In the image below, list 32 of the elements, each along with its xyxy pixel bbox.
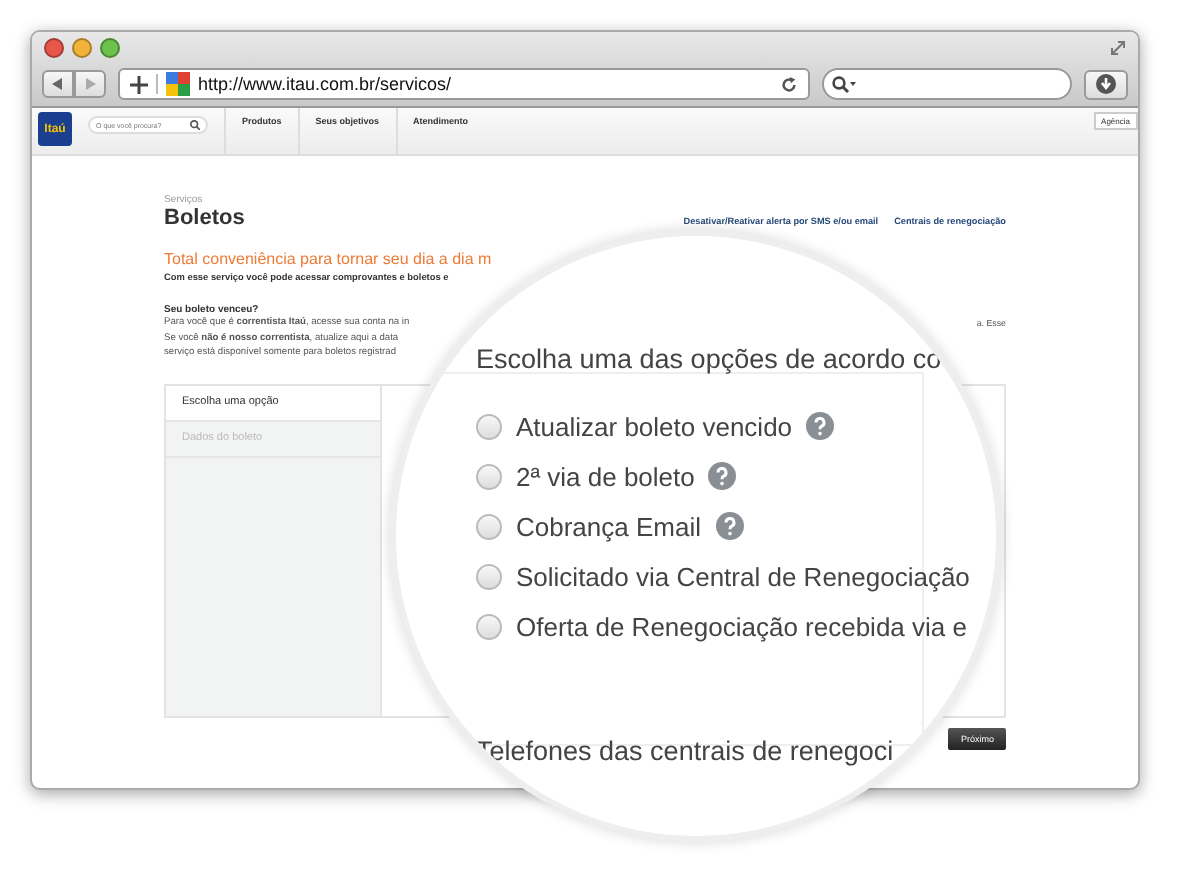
option-label[interactable]: Atualizar boleto vencido: [516, 411, 793, 441]
option-label[interactable]: Solicitado via Central de Renegociação: [516, 561, 970, 591]
radio-button[interactable]: [476, 413, 502, 439]
radio-button[interactable]: [476, 563, 502, 589]
search-field[interactable]: [822, 68, 1072, 100]
option-label[interactable]: 2ª via de boleto: [516, 461, 695, 491]
radio-button[interactable]: [476, 513, 502, 539]
zoom-icon[interactable]: [100, 37, 120, 57]
page-title: Boletos: [164, 206, 245, 230]
forward-button[interactable]: [74, 70, 106, 98]
help-icon[interactable]: [806, 412, 835, 440]
download-icon: [1096, 74, 1116, 94]
reload-icon[interactable]: [780, 75, 798, 93]
site-icon: [166, 72, 190, 96]
section-heading: Telefones das centrais de renegoci: [476, 736, 894, 766]
radio-button[interactable]: [476, 613, 502, 639]
help-icon[interactable]: [708, 462, 737, 490]
option-label[interactable]: Cobrança Email: [516, 511, 701, 541]
back-button[interactable]: [42, 70, 74, 98]
address-bar[interactable]: http://www.itau.com.br/servicos/: [118, 68, 810, 100]
close-icon[interactable]: [44, 37, 64, 57]
plus-icon[interactable]: [130, 75, 148, 93]
headline: Total conveniência para tornar seu dia a dia m: [164, 250, 494, 268]
radio-button[interactable]: [476, 463, 502, 489]
option-label[interactable]: Oferta de Renegociação recebida via e: [516, 611, 967, 641]
help-icon[interactable]: [715, 512, 743, 540]
search-icon: [832, 75, 856, 93]
forward-icon: [84, 78, 96, 90]
download-button[interactable]: [1084, 69, 1128, 99]
minimize-icon[interactable]: [72, 37, 92, 57]
fullscreen-icon[interactable]: [1110, 39, 1126, 55]
back-icon: [52, 78, 64, 90]
